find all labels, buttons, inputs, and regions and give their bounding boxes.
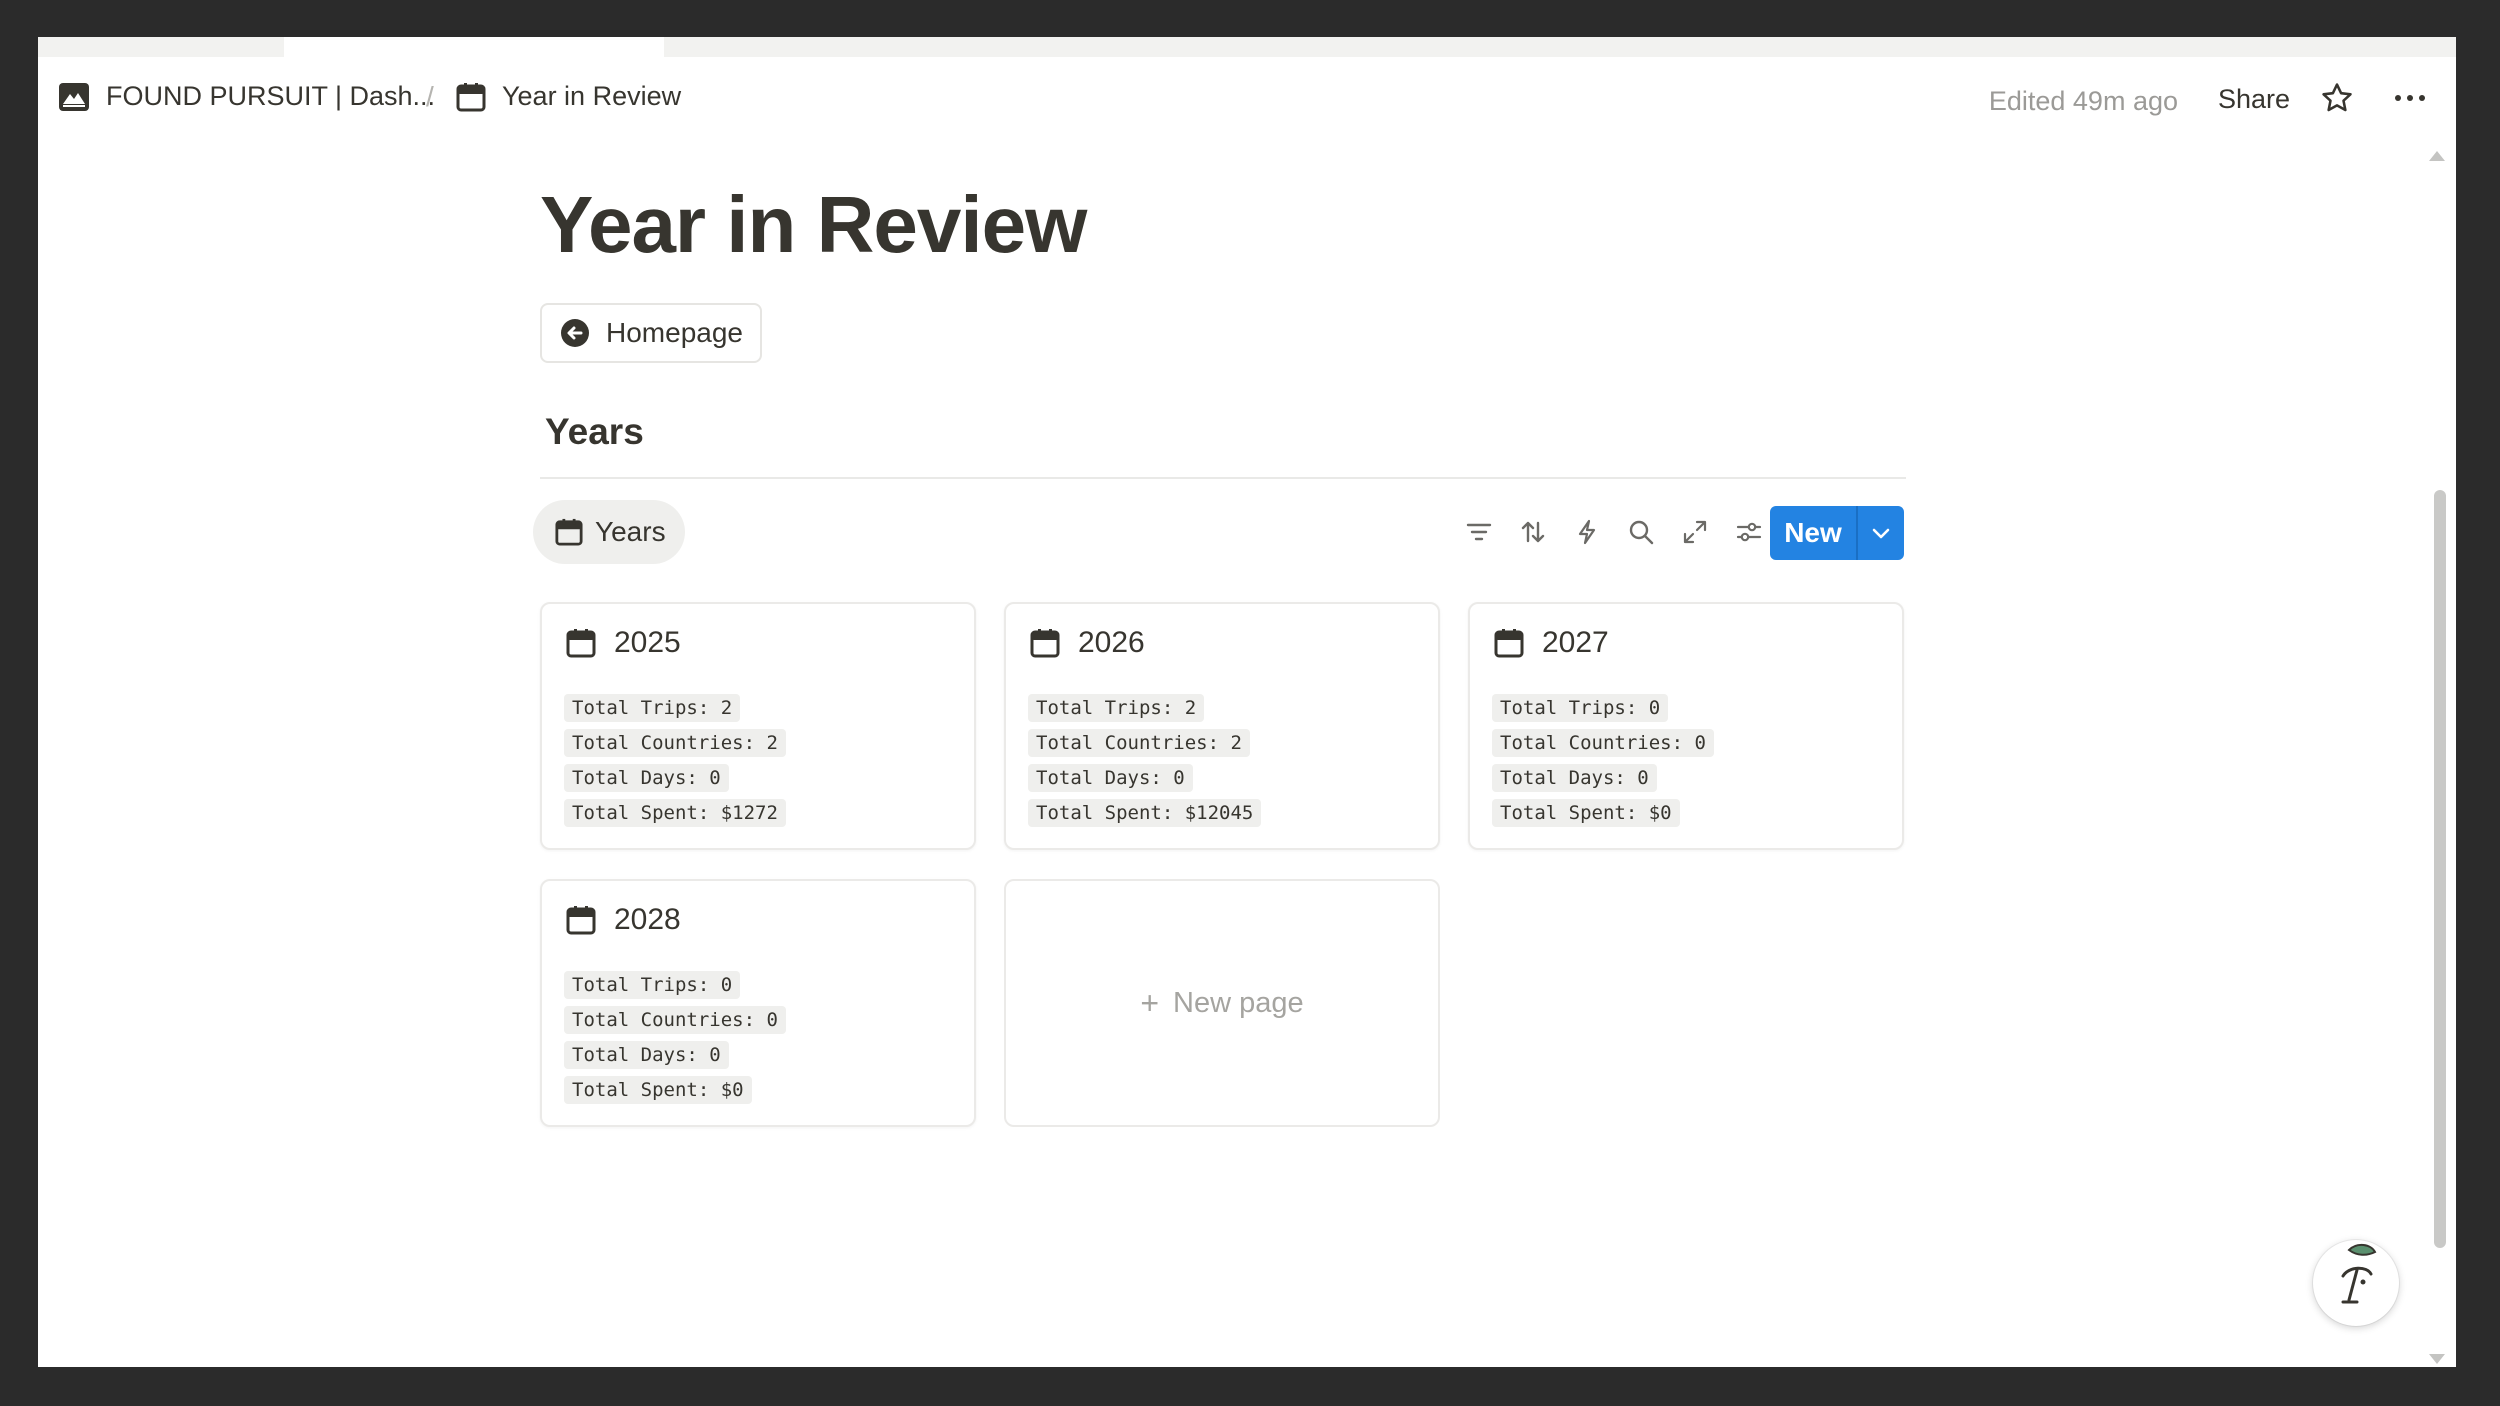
breadcrumb-current-page[interactable]: Year in Review (456, 81, 681, 112)
scroll-up-arrow[interactable] (2429, 151, 2445, 161)
search-icon[interactable] (1624, 515, 1658, 549)
property-total-spent: Total Spent: $12045 (1028, 799, 1262, 827)
card-year: 2027 (1542, 626, 1609, 659)
card-title: 2027 (1494, 626, 1609, 660)
section-divider (540, 477, 1906, 479)
plus-icon: + (1140, 984, 1160, 1021)
property-total-days: Total Days: 0 (564, 764, 729, 792)
share-button[interactable]: Share (2218, 84, 2290, 115)
gallery-card[interactable]: 2026 Total Trips: 2 Total Countries: 2 T… (1004, 602, 1440, 850)
gallery-card[interactable]: 2025 Total Trips: 2 Total Countries: 2 T… (540, 602, 976, 850)
view-tab-label: Years (595, 516, 666, 547)
property-total-days: Total Days: 0 (564, 1041, 729, 1069)
property-total-spent: Total Spent: $0 (1492, 799, 1680, 827)
section-heading: Years (545, 411, 644, 452)
card-year: 2026 (1078, 626, 1145, 659)
property-total-trips: Total Trips: 2 (564, 694, 741, 722)
calendar-icon (456, 82, 486, 112)
card-year: 2025 (614, 626, 681, 659)
scroll-down-arrow[interactable] (2429, 1354, 2445, 1364)
browser-tab-strip (38, 37, 2456, 57)
breadcrumb-workspace-label: FOUND PURSUIT | Dash... (106, 81, 436, 111)
card-properties: Total Trips: 2 Total Countries: 2 Total … (564, 694, 786, 834)
notion-page-window: FOUND PURSUIT | Dash... / Year in Review… (38, 57, 2456, 1367)
breadcrumb-workspace[interactable]: FOUND PURSUIT | Dash... (58, 81, 435, 112)
card-title: 2026 (1030, 626, 1145, 660)
calendar-icon (566, 905, 596, 935)
filter-icon[interactable] (1462, 515, 1496, 549)
automation-bolt-icon[interactable] (1570, 515, 1604, 549)
property-total-countries: Total Countries: 0 (1492, 729, 1714, 757)
calendar-icon (1030, 628, 1060, 658)
homepage-button[interactable]: Homepage (540, 303, 762, 363)
property-total-trips: Total Trips: 0 (1492, 694, 1669, 722)
new-page-card[interactable]: + New page (1004, 879, 1440, 1127)
gallery-card[interactable]: 2027 Total Trips: 0 Total Countries: 0 T… (1468, 602, 1904, 850)
card-year: 2028 (614, 903, 681, 936)
card-properties: Total Trips: 0 Total Countries: 0 Total … (1492, 694, 1714, 834)
expand-icon[interactable] (1678, 515, 1712, 549)
scrollbar-thumb[interactable] (2434, 490, 2446, 1248)
assistant-face-icon (2341, 1244, 2377, 1304)
gallery-card[interactable]: 2028 Total Trips: 0 Total Countries: 0 T… (540, 879, 976, 1127)
new-page-label: New page (1173, 986, 1304, 1019)
property-total-days: Total Days: 0 (1028, 764, 1193, 792)
property-total-countries: Total Countries: 0 (564, 1006, 786, 1034)
property-total-countries: Total Countries: 2 (1028, 729, 1250, 757)
chevron-down-icon[interactable] (1858, 506, 1904, 560)
property-total-trips: Total Trips: 2 (1028, 694, 1205, 722)
calendar-icon (555, 518, 583, 546)
arrow-left-circle-icon (560, 318, 590, 348)
edited-timestamp: Edited 49m ago (1988, 86, 2178, 116)
new-button-label[interactable]: New (1770, 506, 1856, 560)
property-total-countries: Total Countries: 2 (564, 729, 786, 757)
homepage-button-label: Homepage (606, 317, 743, 348)
sort-icon[interactable] (1516, 515, 1550, 549)
ai-assistant-button[interactable] (2313, 1240, 2399, 1326)
favorite-star-icon[interactable] (2320, 81, 2354, 120)
card-title: 2028 (566, 903, 681, 937)
calendar-icon (566, 628, 596, 658)
calendar-icon (1494, 628, 1524, 658)
property-total-spent: Total Spent: $1272 (564, 799, 786, 827)
card-properties: Total Trips: 0 Total Countries: 0 Total … (564, 971, 786, 1111)
browser-tab-active[interactable] (284, 37, 664, 57)
topbar: FOUND PURSUIT | Dash... / Year in Review… (38, 57, 2456, 147)
property-total-trips: Total Trips: 0 (564, 971, 741, 999)
settings-sliders-icon[interactable] (1732, 515, 1766, 549)
breadcrumb-page-label: Year in Review (502, 81, 682, 111)
more-options-icon[interactable] (2392, 81, 2428, 120)
card-properties: Total Trips: 2 Total Countries: 2 Total … (1028, 694, 1262, 834)
new-button[interactable]: New (1770, 506, 1904, 560)
property-total-spent: Total Spent: $0 (564, 1076, 752, 1104)
page-title: Year in Review (540, 180, 1087, 269)
card-title: 2025 (566, 626, 681, 660)
property-total-days: Total Days: 0 (1492, 764, 1657, 792)
breadcrumb-separator: / (426, 81, 434, 112)
view-tab-years[interactable]: Years (533, 500, 685, 564)
workspace-logo-icon (58, 82, 90, 112)
